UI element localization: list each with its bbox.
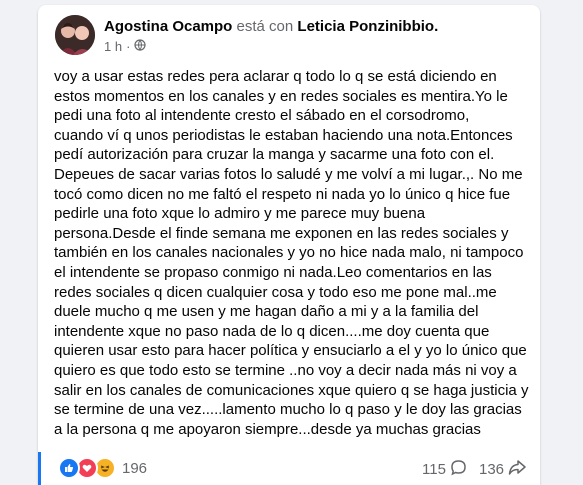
tagged-person[interactable]: Leticia Ponzinibbio. — [297, 18, 438, 35]
post-time[interactable]: 1 h — [104, 39, 122, 54]
post-meta: 1 h · — [104, 39, 147, 54]
with-text: está con — [236, 18, 294, 35]
post-header: Agostina Ocampo está con Leticia Ponzini… — [104, 18, 438, 35]
comment-count: 115 — [422, 461, 446, 478]
avatar[interactable] — [55, 15, 95, 55]
post-text: voy a usar estas redes pera aclarar q to… — [54, 68, 529, 438]
share-count: 136 — [479, 461, 505, 478]
reaction-summary[interactable]: 196 — [58, 456, 147, 480]
post-card: Agostina Ocampo está con Leticia Ponzini… — [38, 5, 540, 485]
like-icon — [58, 457, 80, 479]
share-icon — [508, 459, 526, 480]
meta-separator: · — [126, 39, 131, 54]
comment-stat[interactable]: 115 — [422, 459, 467, 480]
accent-bar — [38, 452, 41, 485]
author-name[interactable]: Agostina Ocampo — [104, 18, 232, 35]
comment-icon — [450, 459, 467, 480]
reaction-count: 196 — [122, 459, 148, 477]
public-globe-icon — [134, 39, 147, 54]
share-stat[interactable]: 136 — [479, 459, 526, 480]
